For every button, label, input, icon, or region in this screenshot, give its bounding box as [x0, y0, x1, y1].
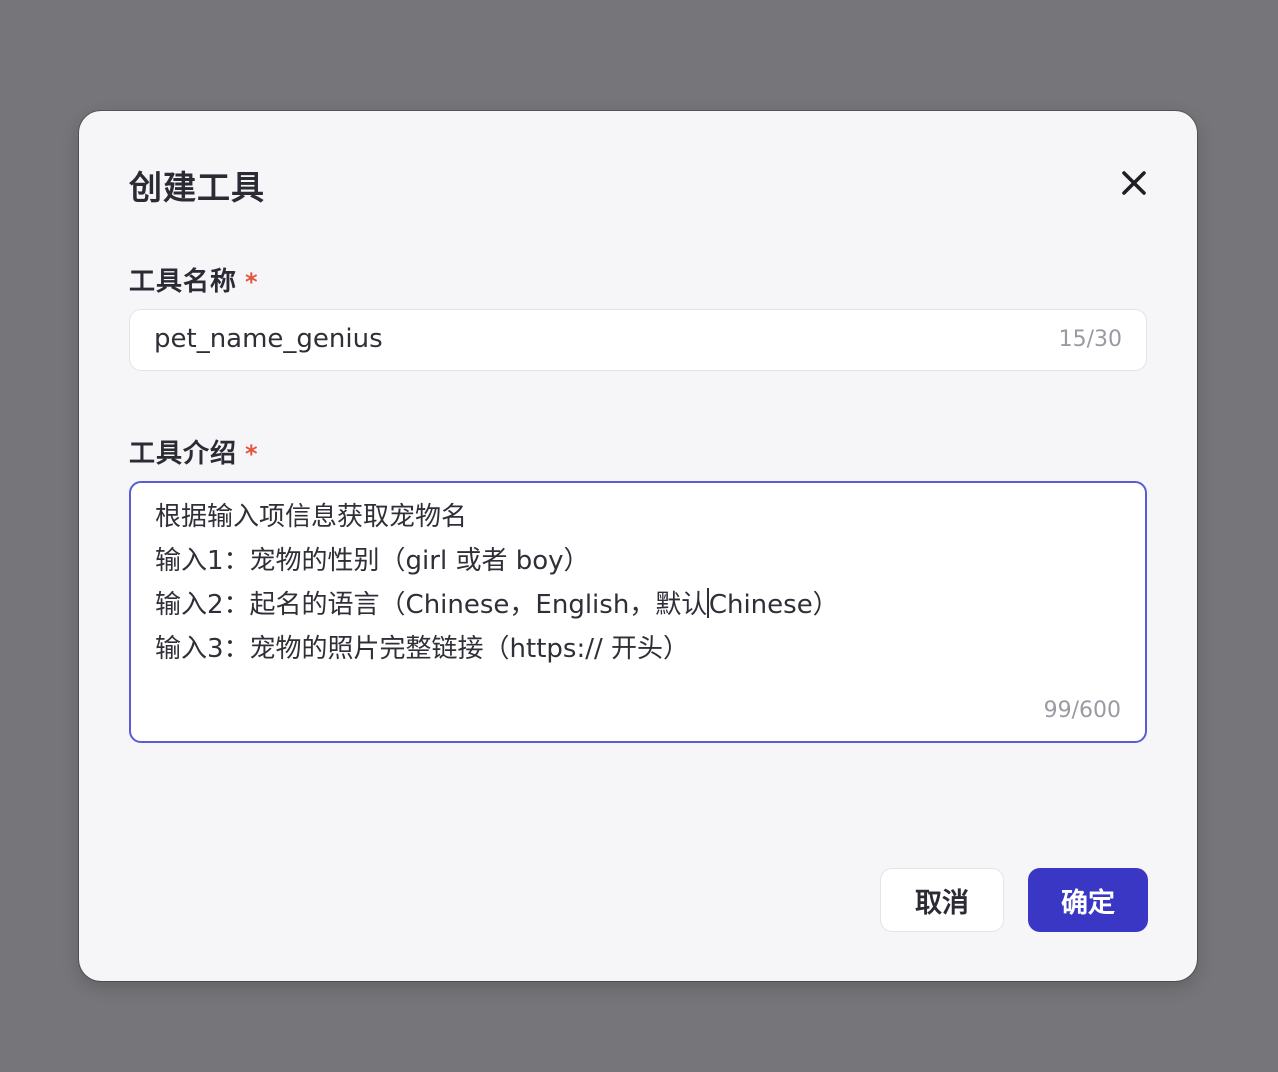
tool-name-input[interactable]: pet_name_genius 15/30 — [129, 309, 1147, 371]
description-line: 输入2：起名的语言（Chinese，English，默认Chinese） — [155, 583, 839, 627]
tool-description-label-text: 工具介绍 — [129, 439, 238, 469]
description-line: 根据输入项信息获取宠物名 — [155, 502, 468, 532]
tool-name-label-text: 工具名称 — [129, 267, 238, 297]
tool-description-textarea[interactable]: 根据输入项信息获取宠物名 输入1：宠物的性别（girl 或者 boy） 输入2：… — [129, 481, 1147, 743]
tool-description-label: 工具介绍 * — [129, 433, 259, 470]
close-icon — [1122, 171, 1146, 195]
required-mark: * — [245, 268, 259, 296]
close-button[interactable] — [1119, 168, 1149, 198]
tool-description-counter: 99/600 — [1043, 698, 1121, 723]
description-line-part: Chinese） — [708, 590, 839, 620]
required-mark: * — [245, 440, 259, 468]
description-text: 根据输入项信息获取宠物名 输入1：宠物的性别（girl 或者 boy） 输入2：… — [155, 495, 839, 671]
create-tool-dialog: 创建工具 工具名称 * pet_name_genius 15/30 工具介绍 * 根… — [79, 111, 1197, 981]
tool-name-value: pet_name_genius — [154, 324, 383, 354]
description-line: 输入1：宠物的性别（girl 或者 boy） — [155, 546, 590, 576]
description-line: 输入3：宠物的照片完整链接（https:// 开头） — [155, 634, 690, 664]
dialog-title: 创建工具 — [129, 168, 265, 207]
description-line-part: 输入2：起名的语言（Chinese，English，默认 — [155, 590, 708, 620]
confirm-button[interactable]: 确定 — [1028, 868, 1148, 932]
tool-name-label: 工具名称 * — [129, 261, 259, 298]
cancel-button[interactable]: 取消 — [880, 868, 1004, 932]
tool-name-counter: 15/30 — [1058, 327, 1122, 352]
